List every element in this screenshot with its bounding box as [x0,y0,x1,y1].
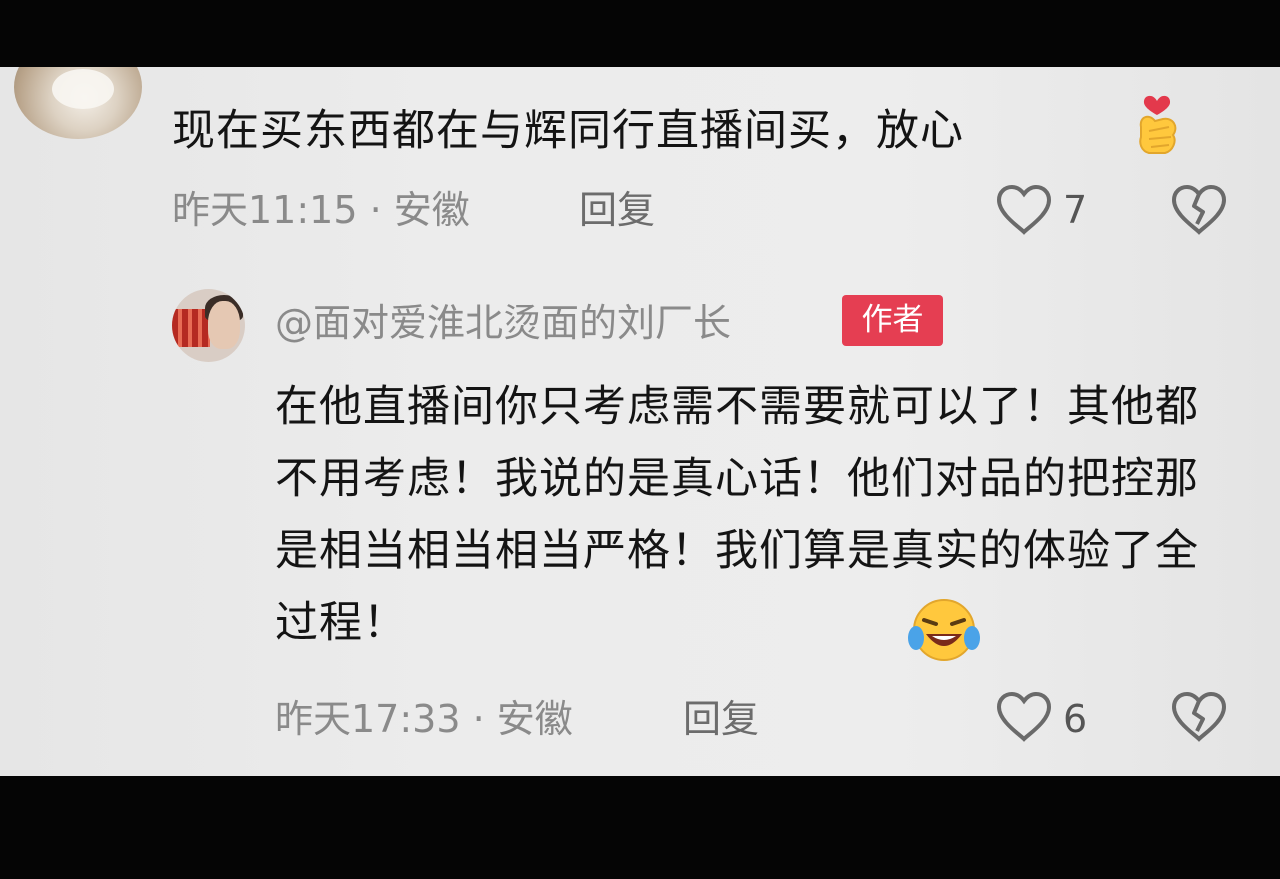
laughing-crying-emoji [908,599,980,661]
author-badge: 作者 [842,295,943,346]
reply-button[interactable]: 回复 [579,185,655,235]
reply-time-location: 昨天17:33 · 安徽 [275,697,573,741]
reply-button[interactable]: 回复 [683,694,759,744]
heart-outline-icon[interactable] [995,184,1053,236]
comment-text: 现在买东西都在与辉同行直播间买，放心 [172,95,964,167]
broken-heart-icon[interactable] [1170,184,1228,236]
comment-body: 现在买东西都在与辉同行直播间买，放心 [172,106,964,156]
reply-text: 在他直播间你只考虑需不需要就可以了！其他都不用考虑！我说的是真心话！他们对品的把… [275,371,1235,659]
reply-body: 在他直播间你只考虑需不需要就可以了！其他都不用考虑！我说的是真心话！他们对品的把… [275,382,1199,648]
author-avatar[interactable] [172,289,245,362]
commenter-avatar[interactable] [14,67,142,139]
heart-outline-icon[interactable] [995,691,1053,743]
like-count: 6 [1063,697,1088,741]
video-bottom-letterbox [0,776,1280,879]
finger-heart-emoji [1139,95,1177,154]
video-top-letterbox [0,0,1280,67]
reply-username[interactable]: @面对爱淮北烫面的刘厂长 [275,296,731,350]
avatar-image [52,69,114,109]
like-count: 7 [1063,188,1088,232]
comment-time-location: 昨天11:15 · 安徽 [172,188,470,232]
avatar-face [208,301,240,349]
broken-heart-icon[interactable] [1170,691,1228,743]
comment-panel: 现在买东西都在与辉同行直播间买，放心 昨天11:15 · 安徽 回复 7 @面对… [0,67,1280,776]
